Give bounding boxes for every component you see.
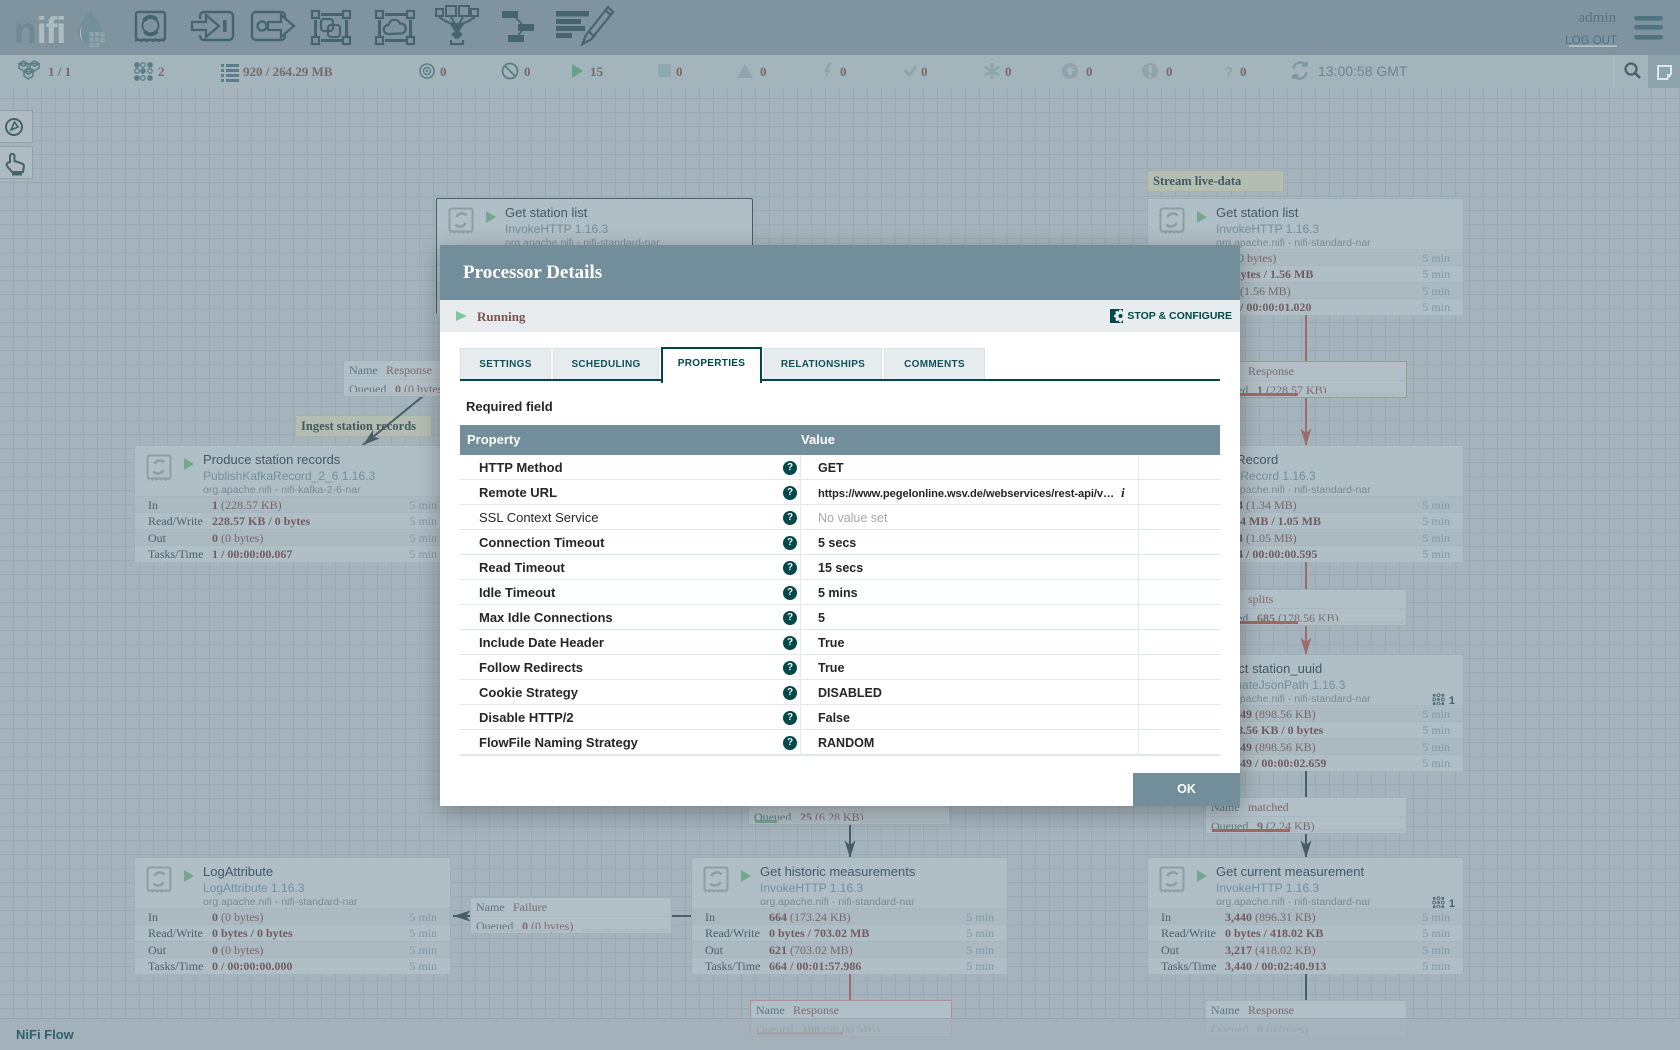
svg-text:ifi: ifi [37,10,65,51]
svg-text:admin: admin [1579,10,1617,26]
svg-text:n: n [14,10,35,51]
svg-text:LOG OUT: LOG OUT [1565,35,1617,47]
svg-text:?: ? [1224,64,1233,81]
